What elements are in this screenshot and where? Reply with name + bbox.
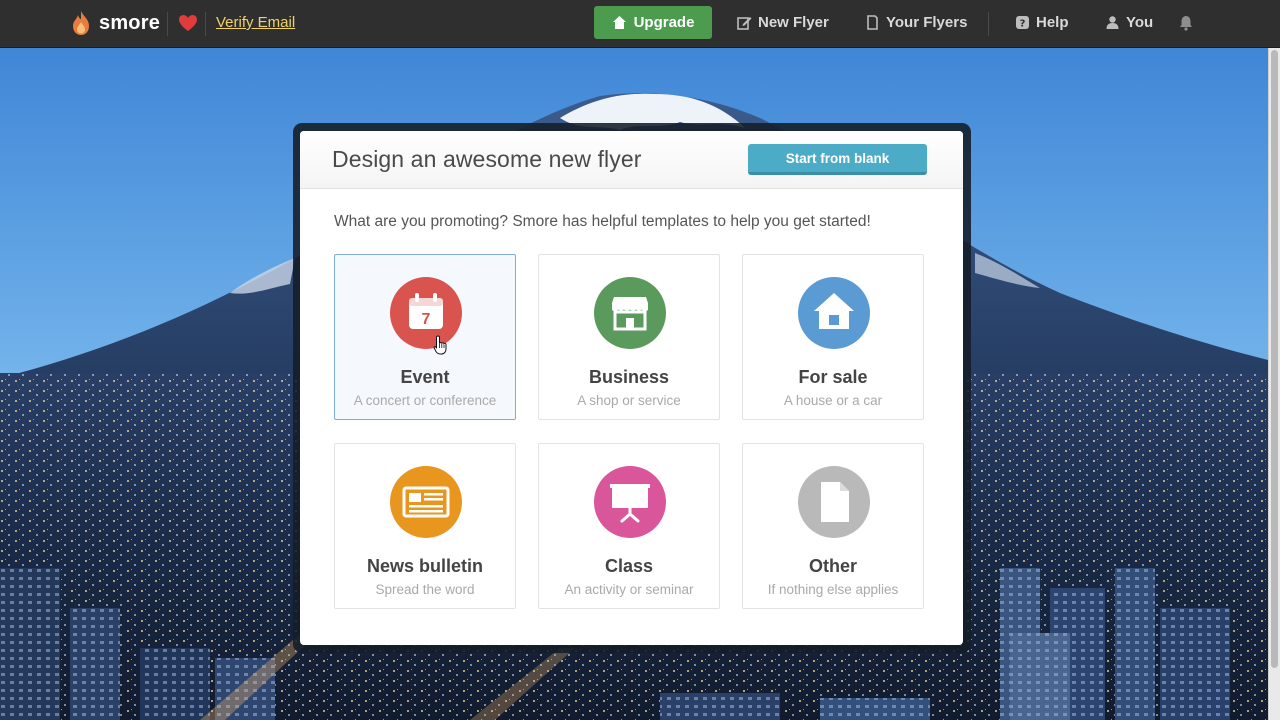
presentation-board-icon — [610, 484, 650, 523]
new-flyer-link[interactable]: New Flyer — [737, 14, 829, 31]
for-sale-icon-circle — [798, 277, 870, 349]
template-tile-event[interactable]: 7 Event A concert or conference — [334, 254, 516, 420]
dialog-prompt: What are you promoting? Smore has helpfu… — [334, 213, 871, 230]
smore-logo[interactable]: smore — [70, 10, 160, 36]
template-tile-business[interactable]: Business A shop or service — [538, 254, 720, 420]
tile-subtitle: A concert or conference — [353, 393, 497, 408]
news-icon-circle — [390, 466, 462, 538]
scrollbar-thumb[interactable] — [1271, 50, 1278, 668]
class-icon-circle — [594, 466, 666, 538]
calendar-icon: 7 — [409, 293, 443, 329]
you-label: You — [1126, 14, 1154, 31]
help-icon: ? — [1016, 16, 1029, 30]
tile-subtitle: An activity or seminar — [564, 582, 694, 597]
other-icon-circle — [798, 466, 870, 538]
tile-title: Business — [588, 367, 670, 387]
account-menu[interactable]: You — [1105, 14, 1153, 31]
template-tile-class[interactable]: Class An activity or seminar — [538, 443, 720, 609]
upgrade-button[interactable]: Upgrade — [594, 6, 712, 39]
home-icon — [612, 16, 626, 29]
nav-divider — [205, 12, 206, 36]
new-flyer-dialog: Design an awesome new flyer Start from b… — [300, 131, 963, 645]
flame-icon — [73, 11, 89, 35]
nav-divider — [167, 12, 168, 36]
newspaper-icon — [402, 486, 450, 518]
help-label: Help — [1036, 14, 1069, 31]
event-icon-circle: 7 — [390, 277, 462, 349]
tile-title: News bulletin — [366, 556, 483, 576]
tile-title: Other — [808, 556, 857, 576]
heart-icon[interactable] — [178, 14, 198, 32]
calendar-day: 7 — [422, 311, 431, 328]
dialog-header: Design an awesome new flyer Start from b… — [300, 131, 963, 189]
new-flyer-label: New Flyer — [758, 14, 829, 31]
tile-subtitle: A house or a car — [783, 393, 883, 408]
verify-email-link[interactable]: Verify Email — [216, 14, 295, 31]
your-flyers-label: Your Flyers — [886, 14, 968, 31]
tile-subtitle: A shop or service — [577, 393, 681, 408]
template-tile-news-bulletin[interactable]: News bulletin Spread the word — [334, 443, 516, 609]
flyer-document-icon — [867, 15, 878, 30]
house-icon — [814, 293, 854, 329]
document-icon — [821, 482, 849, 522]
top-navigation-bar: smore Verify Email Upgrade New Flyer You… — [0, 0, 1280, 48]
your-flyers-link[interactable]: Your Flyers — [865, 14, 967, 31]
user-icon — [1106, 16, 1119, 29]
page-scrollbar[interactable] — [1268, 48, 1280, 720]
svg-text:?: ? — [1020, 19, 1026, 30]
tile-title: For sale — [798, 367, 868, 387]
business-icon-circle — [594, 277, 666, 349]
template-tile-for-sale[interactable]: For sale A house or a car — [742, 254, 924, 420]
dialog-title: Design an awesome new flyer — [332, 146, 642, 172]
start-from-blank-button[interactable]: Start from blank — [748, 144, 927, 175]
upgrade-label: Upgrade — [633, 14, 695, 31]
tile-subtitle: Spread the word — [375, 582, 475, 597]
edit-icon — [737, 17, 752, 30]
template-tile-other[interactable]: Other If nothing else applies — [742, 443, 924, 609]
storefront-icon — [612, 297, 648, 331]
notifications-bell-icon[interactable] — [1179, 15, 1193, 31]
nav-divider — [988, 12, 989, 36]
tile-subtitle: If nothing else applies — [767, 582, 899, 597]
tile-title: Class — [604, 556, 654, 576]
brand-name: smore — [99, 11, 161, 34]
tile-title: Event — [400, 367, 450, 387]
help-link[interactable]: ? Help — [1015, 14, 1069, 31]
